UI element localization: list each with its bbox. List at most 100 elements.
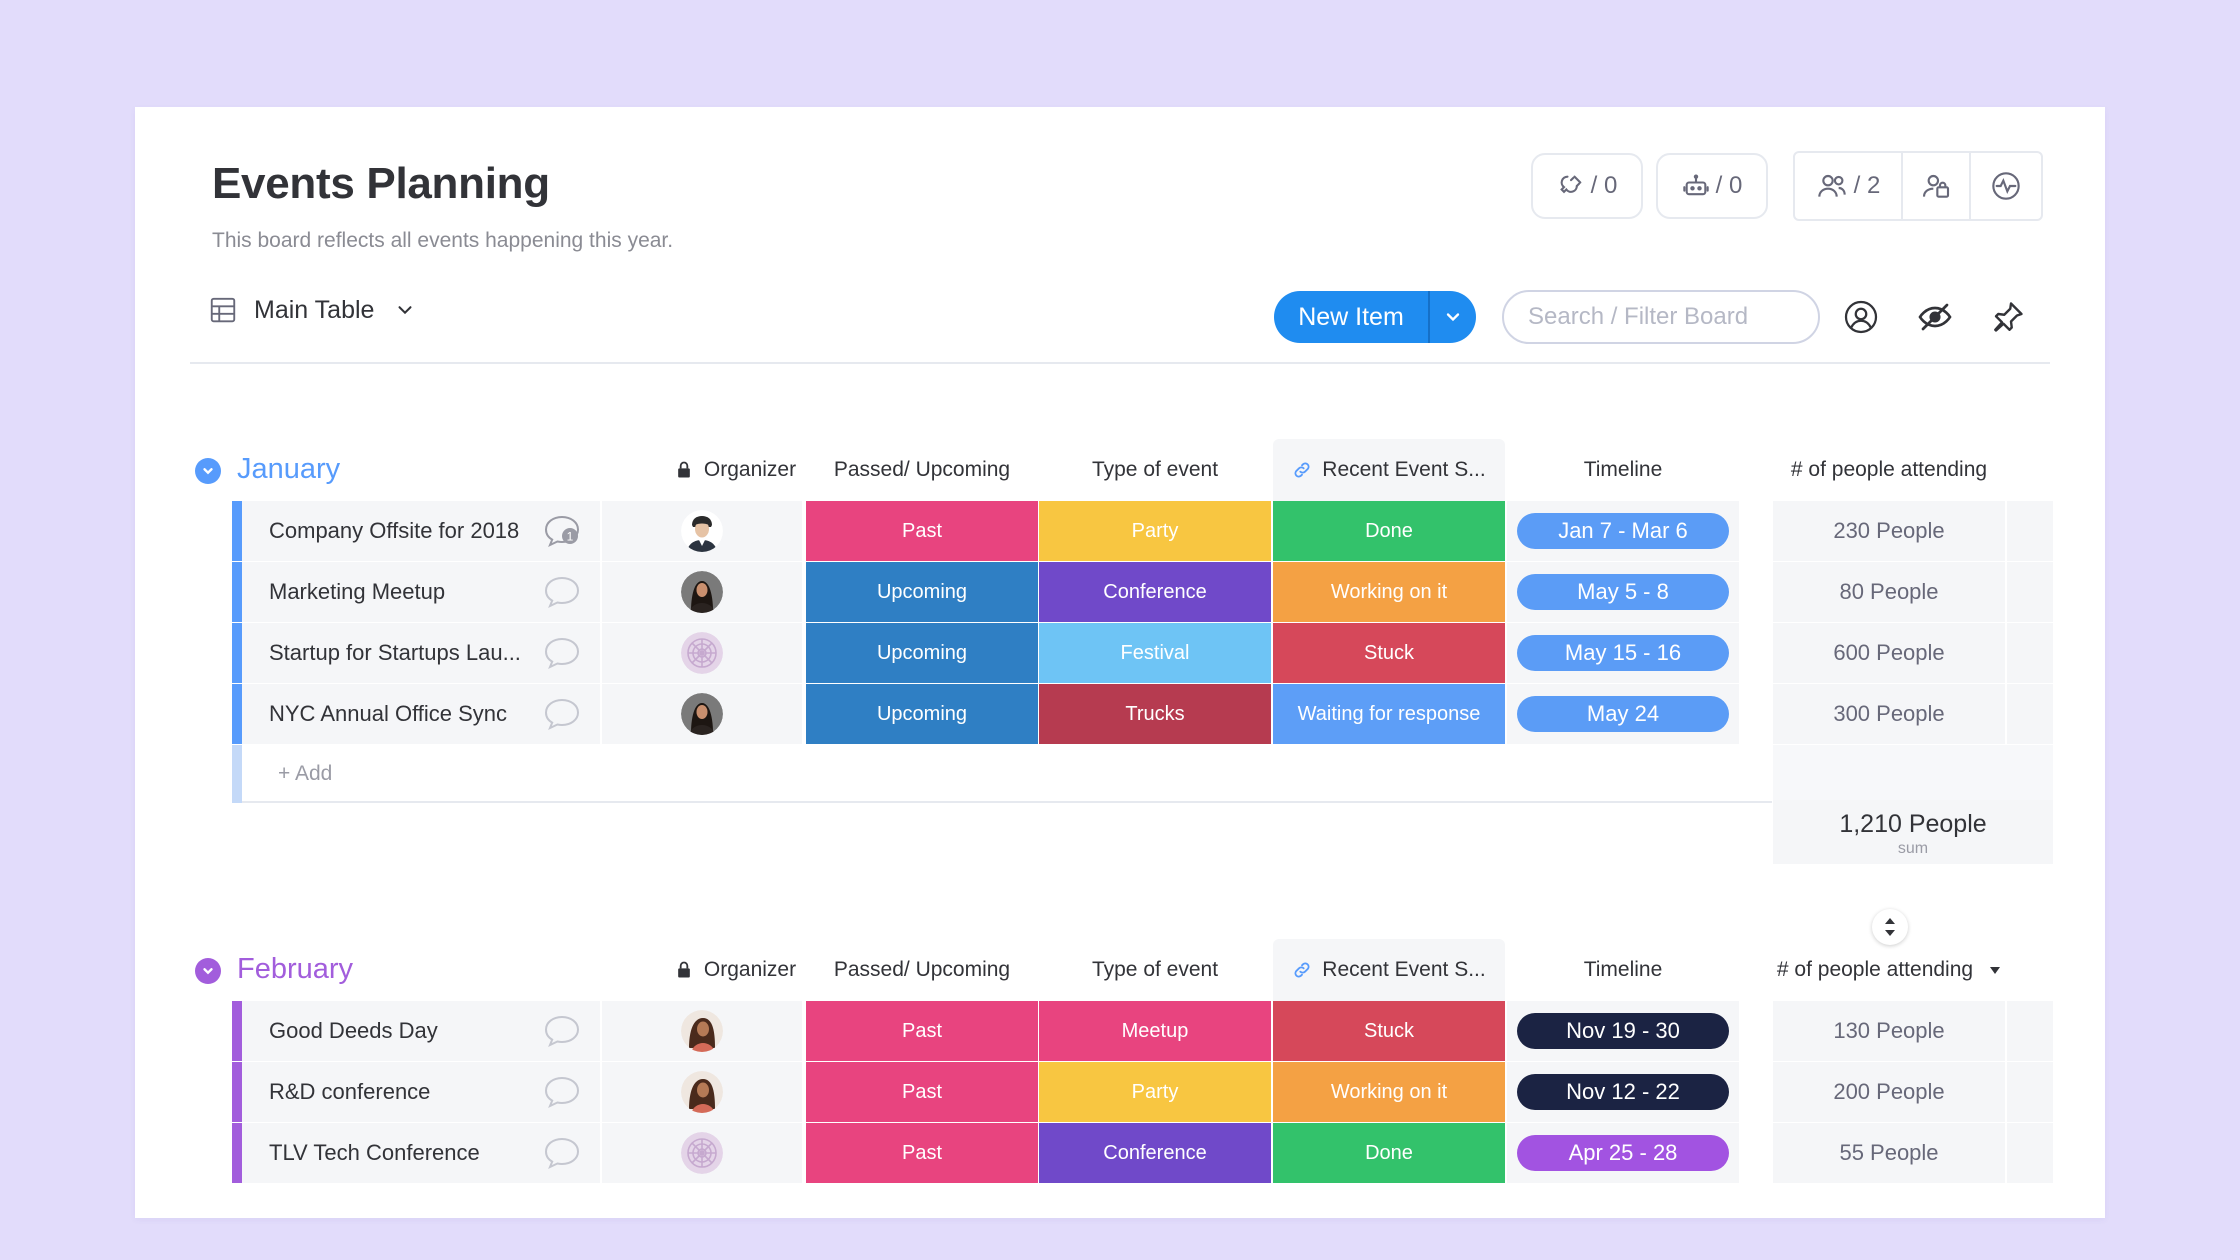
table-row[interactable]: TLV Tech Conference Past Conference Done…	[135, 1123, 2105, 1183]
members-button[interactable]: / 2	[1795, 153, 1903, 219]
search-input[interactable]	[1502, 290, 1820, 344]
people-attending-cell[interactable]: 600 People	[1773, 623, 2005, 683]
status-passed-upcoming[interactable]: Upcoming	[806, 684, 1038, 744]
item-name-cell[interactable]: TLV Tech Conference	[242, 1123, 600, 1183]
column-header-passed-upcoming[interactable]: Passed/ Upcoming	[806, 939, 1038, 1001]
add-item-row[interactable]: + Add	[135, 745, 2105, 803]
column-header-type-of-event[interactable]: Type of event	[1039, 939, 1271, 1001]
organizer-cell[interactable]	[602, 684, 802, 744]
item-name-cell[interactable]: R&D conference	[242, 1062, 600, 1122]
item-name[interactable]: Startup for Startups Lau...	[269, 640, 523, 666]
group-collapse-button[interactable]	[195, 458, 221, 484]
item-name[interactable]: Marketing Meetup	[269, 579, 523, 605]
organizer-cell[interactable]	[602, 562, 802, 622]
timeline-cell[interactable]: Jan 7 - Mar 6	[1507, 501, 1739, 561]
add-update-icon[interactable]	[542, 635, 582, 671]
timeline-cell[interactable]: May 24	[1507, 684, 1739, 744]
timeline-cell[interactable]: Nov 19 - 30	[1507, 1001, 1739, 1061]
view-selector[interactable]: Main Table	[208, 295, 416, 325]
automations-button[interactable]: / 0	[1656, 153, 1768, 219]
people-attending-cell[interactable]: 200 People	[1773, 1062, 2005, 1122]
item-name-cell[interactable]: Company Offsite for 2018 1	[242, 501, 600, 561]
status-recent-event[interactable]: Stuck	[1273, 623, 1505, 683]
status-type-of-event[interactable]: Festival	[1039, 623, 1271, 683]
status-passed-upcoming[interactable]: Upcoming	[806, 623, 1038, 683]
people-sum-footer[interactable]: 1,210 People sum	[1773, 800, 2053, 864]
table-row[interactable]: Company Offsite for 2018 1 Past Party Do…	[135, 501, 2105, 561]
item-name[interactable]: Company Offsite for 2018	[269, 518, 523, 544]
item-name[interactable]: NYC Annual Office Sync	[269, 701, 523, 727]
status-type-of-event[interactable]: Conference	[1039, 562, 1271, 622]
column-header-people-attending[interactable]: # of people attending	[1771, 939, 2007, 1001]
group-title[interactable]: February	[237, 953, 353, 986]
add-update-icon[interactable]	[542, 1135, 582, 1171]
board-title[interactable]: Events Planning	[212, 159, 550, 209]
add-update-icon[interactable]	[542, 1074, 582, 1110]
table-row[interactable]: R&D conference Past Party Working on it …	[135, 1062, 2105, 1122]
column-header-organizer[interactable]: Organizer	[635, 439, 835, 501]
people-attending-cell[interactable]: 230 People	[1773, 501, 2005, 561]
add-item-cell[interactable]: + Add	[242, 745, 1772, 803]
integrations-button[interactable]: / 0	[1531, 153, 1643, 219]
status-type-of-event[interactable]: Trucks	[1039, 684, 1271, 744]
item-name-cell[interactable]: Good Deeds Day	[242, 1001, 600, 1061]
status-passed-upcoming[interactable]: Past	[806, 1001, 1038, 1061]
activity-button[interactable]	[1971, 153, 2041, 219]
new-item-dropdown[interactable]	[1430, 291, 1476, 343]
organizer-cell[interactable]	[602, 1062, 802, 1122]
timeline-cell[interactable]: May 5 - 8	[1507, 562, 1739, 622]
table-row[interactable]: Good Deeds Day Past Meetup Stuck Nov 19 …	[135, 1001, 2105, 1061]
timeline-cell[interactable]: May 15 - 16	[1507, 623, 1739, 683]
add-update-icon[interactable]	[542, 1013, 582, 1049]
column-header-recent-event-status[interactable]: Recent Event S...	[1273, 439, 1505, 501]
people-attending-cell[interactable]: 55 People	[1773, 1123, 2005, 1183]
status-passed-upcoming[interactable]: Upcoming	[806, 562, 1038, 622]
people-attending-cell[interactable]: 300 People	[1773, 684, 2005, 744]
board-description[interactable]: This board reflects all events happening…	[212, 229, 673, 253]
item-name-cell[interactable]: Startup for Startups Lau...	[242, 623, 600, 683]
item-name[interactable]: Good Deeds Day	[269, 1018, 523, 1044]
status-type-of-event[interactable]: Conference	[1039, 1123, 1271, 1183]
person-filter-button[interactable]	[1841, 297, 1881, 337]
item-name[interactable]: TLV Tech Conference	[269, 1140, 523, 1166]
hide-columns-button[interactable]	[1915, 297, 1955, 337]
group-collapse-button[interactable]	[195, 958, 221, 984]
add-update-icon[interactable]	[542, 574, 582, 610]
organizer-cell[interactable]	[602, 623, 802, 683]
new-item-button[interactable]: New Item	[1274, 291, 1430, 343]
table-row[interactable]: Startup for Startups Lau... Upcoming Fes…	[135, 623, 2105, 683]
status-recent-event[interactable]: Done	[1273, 1123, 1505, 1183]
people-attending-cell[interactable]: 80 People	[1773, 562, 2005, 622]
group-title[interactable]: January	[237, 453, 340, 486]
status-passed-upcoming[interactable]: Past	[806, 1062, 1038, 1122]
table-row[interactable]: NYC Annual Office Sync Upcoming Trucks W…	[135, 684, 2105, 744]
column-header-timeline[interactable]: Timeline	[1507, 439, 1739, 501]
column-header-type-of-event[interactable]: Type of event	[1039, 439, 1271, 501]
pin-button[interactable]	[1988, 297, 2028, 337]
column-header-passed-upcoming[interactable]: Passed/ Upcoming	[806, 439, 1038, 501]
item-name-cell[interactable]: NYC Annual Office Sync	[242, 684, 600, 744]
status-recent-event[interactable]: Working on it	[1273, 1062, 1505, 1122]
status-type-of-event[interactable]: Party	[1039, 1062, 1271, 1122]
timeline-cell[interactable]: Apr 25 - 28	[1507, 1123, 1739, 1183]
status-passed-upcoming[interactable]: Past	[806, 501, 1038, 561]
status-recent-event[interactable]: Stuck	[1273, 1001, 1505, 1061]
organizer-cell[interactable]	[602, 501, 802, 561]
organizer-cell[interactable]	[602, 1001, 802, 1061]
column-header-organizer[interactable]: Organizer	[635, 939, 835, 1001]
organizer-cell[interactable]	[602, 1123, 802, 1183]
status-recent-event[interactable]: Done	[1273, 501, 1505, 561]
status-recent-event[interactable]: Waiting for response	[1273, 684, 1505, 744]
timeline-cell[interactable]: Nov 12 - 22	[1507, 1062, 1739, 1122]
item-name-cell[interactable]: Marketing Meetup	[242, 562, 600, 622]
add-update-icon[interactable]	[542, 696, 582, 732]
updates-count-icon[interactable]: 1	[542, 513, 582, 549]
guests-button[interactable]	[1903, 153, 1971, 219]
add-item-input[interactable]: + Add	[278, 762, 332, 786]
column-header-people-attending[interactable]: # of people attending	[1771, 439, 2007, 501]
status-type-of-event[interactable]: Party	[1039, 501, 1271, 561]
status-passed-upcoming[interactable]: Past	[806, 1123, 1038, 1183]
column-header-recent-event-status[interactable]: Recent Event S...	[1273, 939, 1505, 1001]
column-header-timeline[interactable]: Timeline	[1507, 939, 1739, 1001]
status-type-of-event[interactable]: Meetup	[1039, 1001, 1271, 1061]
